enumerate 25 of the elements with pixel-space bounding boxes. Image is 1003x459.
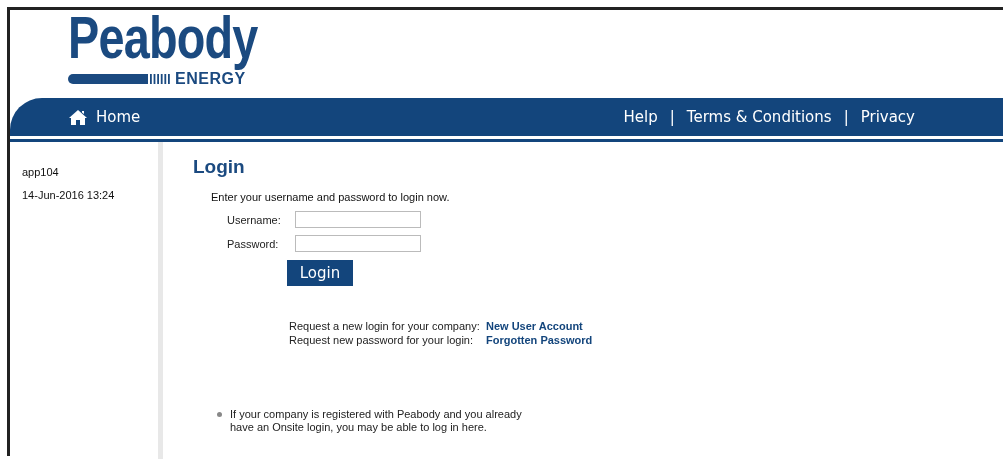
field-label: Password: xyxy=(227,237,280,250)
home-link[interactable]: Home xyxy=(96,108,141,126)
note-text: If your company is registered with Peabody and you already have an Onsite login, you may be able to log in here. xyxy=(230,408,523,434)
request-text: Request new password for your login: xyxy=(289,334,475,346)
separator: | xyxy=(843,108,849,126)
logo-wordmark: Peabody xyxy=(68,8,258,68)
nav-link[interactable]: Privacy xyxy=(860,108,915,126)
home-icon[interactable] xyxy=(68,108,88,126)
input-field[interactable] xyxy=(295,211,421,228)
nav-link[interactable]: Terms & Conditions xyxy=(686,108,832,126)
field-label: Username: xyxy=(227,213,282,226)
logo-tagline: ENERGY xyxy=(175,70,246,88)
request-link[interactable]: Forgotten Password xyxy=(486,334,593,346)
sidebar-text: app104 xyxy=(22,166,60,178)
intro-text: Enter your username and password to login now. xyxy=(211,191,451,203)
request-link[interactable]: New User Account xyxy=(486,320,593,332)
input-field[interactable] xyxy=(295,235,421,252)
separator: | xyxy=(669,108,675,126)
login-button[interactable]: Login xyxy=(287,260,353,286)
nav-link[interactable]: Help xyxy=(623,108,658,126)
page-title: Login xyxy=(193,156,246,178)
logo-stripes-icon xyxy=(150,74,172,84)
request-text: Request a new login for your company: xyxy=(289,320,481,332)
bullet-icon xyxy=(217,412,222,417)
sidebar-text: 14-Jun-2016 13:24 xyxy=(22,189,116,201)
